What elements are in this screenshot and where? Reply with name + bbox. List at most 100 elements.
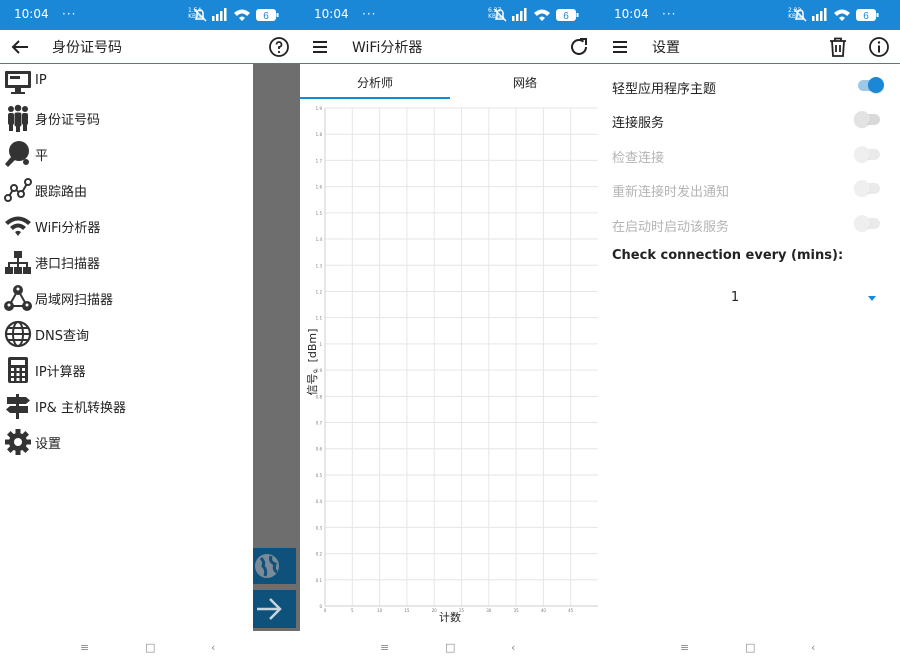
arrow-left-icon[interactable]: [8, 35, 32, 59]
people-icon: [8, 104, 28, 132]
battery-level: 6: [563, 11, 569, 22]
screen-settings: 10:04 ··· 2.22 KB/s 6 设置 轻型应用程序主题 连接服务 检查…: [600, 0, 900, 666]
battery-level: 6: [863, 11, 869, 22]
y-tick-label: 1.5: [316, 211, 323, 216]
wifi-status-icon: [834, 9, 850, 21]
y-tick-label: 1.7: [316, 158, 323, 163]
page-title: 身份证号码: [52, 40, 122, 56]
wifi-status-icon: [534, 9, 550, 21]
back-button[interactable]: ‹: [211, 641, 215, 654]
chevron-down-icon[interactable]: [868, 296, 876, 301]
connection-service-toggle[interactable]: [854, 111, 880, 127]
menu-item-ping[interactable]: 平: [0, 136, 253, 172]
y-tick-label: 1.6: [316, 185, 323, 190]
drawer-scrim[interactable]: [253, 64, 300, 631]
y-tick-label: 0.3: [316, 525, 323, 530]
home-button[interactable]: □: [745, 641, 755, 654]
x-tick-label: 35: [514, 608, 520, 613]
menu-item-ip-calculator[interactable]: IP计算器: [0, 352, 253, 388]
check-interval-heading: Check connection every (mins):: [612, 248, 844, 263]
y-tick-label: 0.7: [316, 421, 323, 426]
tab-networks[interactable]: 网络: [450, 74, 600, 91]
screen-wifi-analyzer: 10:04 ··· 6.37 KB/s 6 WiFi分析器 分析师 网络 0 0.1…: [300, 0, 600, 666]
setting-notify-reconnect: 重新连接时发出通知: [612, 177, 892, 201]
status-bar: 10:04 ··· 6.37 KB/s 6: [300, 0, 600, 30]
mute-bell-icon: [493, 8, 507, 22]
network-icon: [5, 251, 31, 274]
status-icons: 6: [793, 8, 879, 22]
status-time: 10:04: [314, 7, 349, 21]
menu-item-label: 平: [35, 149, 49, 164]
mute-bell-icon: [793, 8, 807, 22]
info-icon[interactable]: [867, 35, 891, 59]
setting-connection-service[interactable]: 连接服务: [612, 108, 892, 132]
help-circle-icon[interactable]: [267, 35, 291, 59]
lan-icon: [4, 285, 32, 311]
menu-item-label: IP& 主机转换器: [35, 401, 126, 416]
recents-button[interactable]: ≡: [680, 641, 689, 654]
hamburger-icon[interactable]: [608, 35, 632, 59]
system-nav-bar: ≡ □ ‹: [600, 631, 900, 666]
back-button[interactable]: ‹: [811, 641, 815, 654]
menu-item-id-number[interactable]: 身份证号码: [0, 100, 253, 136]
menu-item-label: 局域网扫描器: [35, 293, 114, 308]
y-tick-label: 0.6: [316, 447, 323, 452]
recents-button[interactable]: ≡: [380, 641, 389, 654]
menu-item-label: WiFi分析器: [35, 221, 101, 236]
menu-item-traceroute[interactable]: 跟踪路由: [0, 172, 253, 208]
globe-fab-button[interactable]: [253, 548, 296, 584]
gear-icon: [5, 429, 31, 455]
page-title: 设置: [652, 40, 680, 56]
tab-analyst[interactable]: 分析师: [300, 74, 450, 91]
hamburger-icon[interactable]: [308, 35, 332, 59]
interval-spinner-value[interactable]: 1: [600, 290, 870, 305]
menu-item-label: IP: [35, 73, 47, 88]
y-tick-label: 0: [319, 604, 322, 609]
x-tick-label: 30: [486, 608, 492, 613]
x-tick-label: 10: [377, 608, 383, 613]
setting-check-connection: 检查连接: [612, 143, 892, 167]
y-tick-label: 1.4: [316, 237, 323, 242]
refresh-icon[interactable]: [567, 35, 591, 59]
y-tick-label: 1.1: [316, 316, 323, 321]
back-button[interactable]: ‹: [511, 641, 515, 654]
y-tick-label: 0.5: [316, 473, 323, 478]
recents-button[interactable]: ≡: [80, 641, 89, 654]
y-tick-label: 0.2: [316, 552, 323, 557]
globe-icon: [255, 554, 279, 578]
status-overflow-dots: ···: [362, 7, 377, 21]
y-axis-label: 信号。[dBm]: [306, 329, 319, 396]
menu-item-ip[interactable]: IP: [0, 64, 253, 100]
status-overflow-dots: ···: [662, 7, 677, 21]
menu-item-settings[interactable]: 设置: [0, 424, 253, 460]
home-button[interactable]: □: [445, 641, 455, 654]
menu-item-lan-scanner[interactable]: 局域网扫描器: [0, 280, 253, 316]
home-button[interactable]: □: [145, 641, 155, 654]
system-nav-bar: ≡ □ ‹: [300, 631, 600, 666]
trash-icon[interactable]: [826, 35, 850, 59]
status-icons: 6: [493, 8, 579, 22]
status-time: 10:04: [614, 7, 649, 21]
x-tick-label: 20: [432, 608, 438, 613]
menu-item-ip-host-converter[interactable]: IP& 主机转换器: [0, 388, 253, 424]
route-icon: [4, 178, 32, 202]
setting-light-theme[interactable]: 轻型应用程序主题: [612, 74, 892, 98]
top-app-bar: 设置: [600, 30, 900, 64]
next-fab-button[interactable]: [253, 590, 296, 628]
status-icons: 6: [193, 8, 279, 22]
light-theme-toggle[interactable]: [858, 77, 884, 93]
battery-level: 6: [263, 11, 269, 22]
page-title: WiFi分析器: [352, 40, 423, 56]
signal-icon: [812, 8, 827, 21]
tab-bar: 分析师 网络: [300, 64, 600, 100]
notify-reconnect-toggle: [854, 180, 880, 196]
signpost-icon: [6, 394, 30, 419]
setting-label: 连接服务: [612, 116, 665, 131]
setting-label: 重新连接时发出通知: [612, 185, 730, 200]
menu-item-port-scanner[interactable]: 港口扫描器: [0, 244, 253, 280]
menu-item-dns-lookup[interactable]: DNS查询: [0, 316, 253, 352]
status-bar: 10:04 ··· 2.22 KB/s 6: [600, 0, 900, 30]
status-time: 10:04: [14, 7, 49, 21]
signal-chart: 00.10.20.30.40.50.60.70.80.911.11.21.31.…: [306, 106, 598, 624]
menu-item-wifi-analyzer[interactable]: WiFi分析器: [0, 208, 253, 244]
